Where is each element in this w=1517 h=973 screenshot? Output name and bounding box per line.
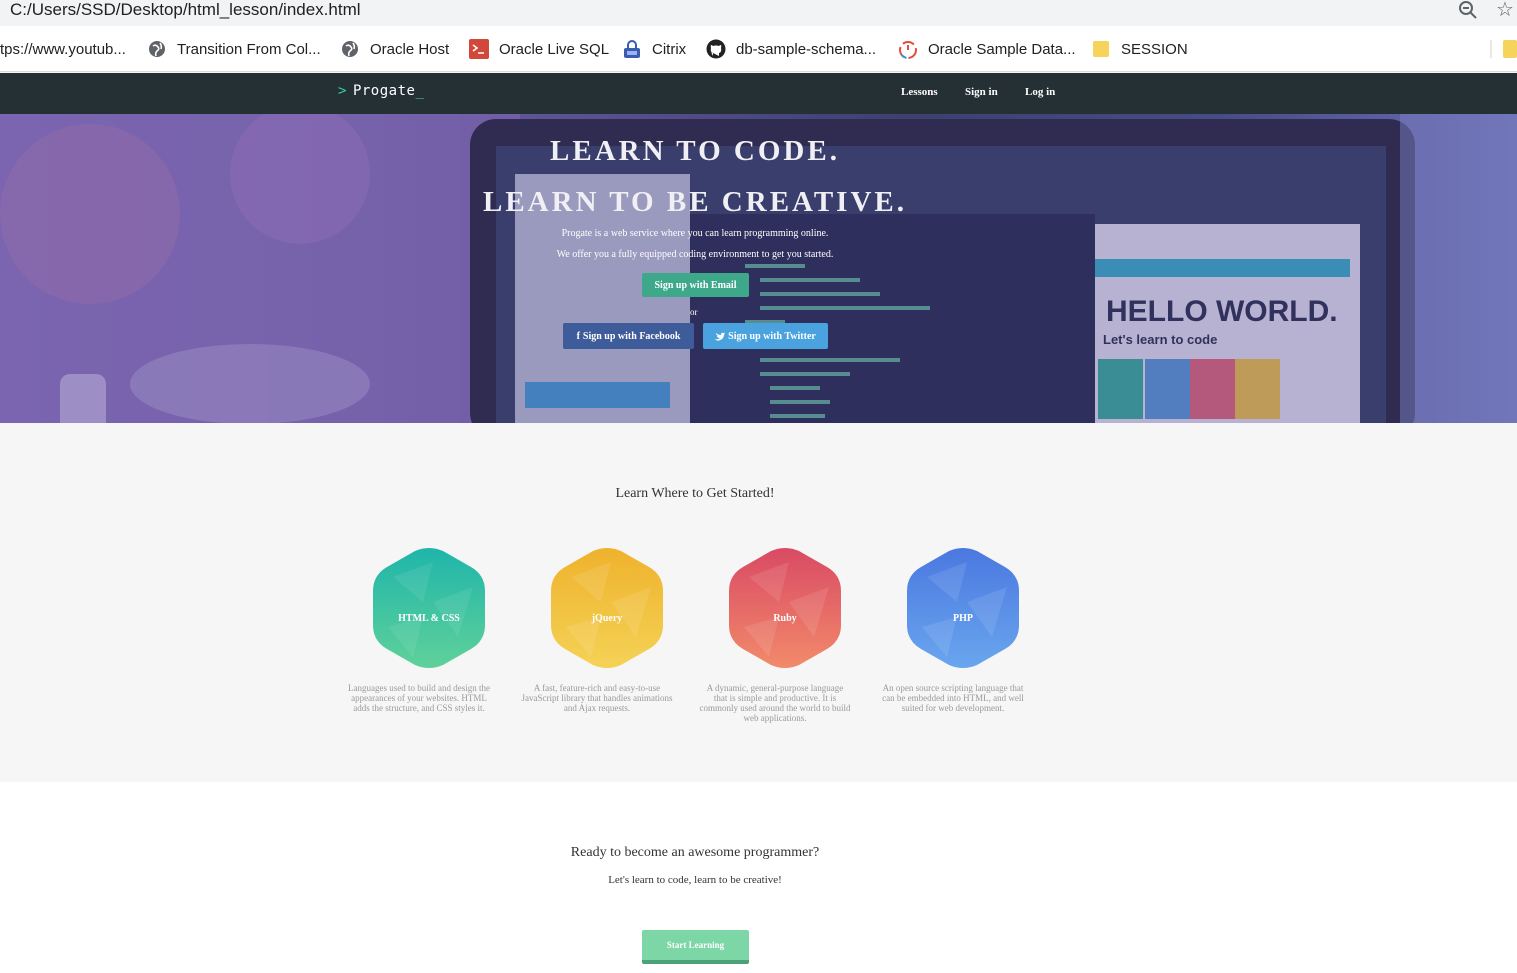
cta-subtitle: Let's learn to code, learn to be creativ… <box>608 874 782 886</box>
signup-twitter-button[interactable]: Sign up with Twitter <box>703 323 828 349</box>
bookmark-label: SESSION <box>1121 40 1188 58</box>
lessons-section: Learn Where to Get Started! HTML & CSS L… <box>0 423 1517 782</box>
bookmark-label: Oracle Host <box>370 40 450 58</box>
address-text[interactable]: C:/Users/SSD/Desktop/html_lesson/index.h… <box>10 0 361 20</box>
jquery-hexagon[interactable] <box>551 547 663 669</box>
bookmark-item[interactable]: Transition From Col... <box>147 38 321 60</box>
bookmark-label: Oracle Sample Data... <box>928 40 1076 58</box>
nav-signin-link[interactable]: Sign in <box>965 86 998 98</box>
bookmark-item[interactable]: SESSION <box>1091 38 1188 60</box>
lesson-description: Languages used to build and design the a… <box>348 683 490 713</box>
php-hexagon[interactable] <box>907 547 1019 669</box>
hero-title-line2: LEARN TO BE CREATIVE. <box>483 186 907 218</box>
or-separator: or <box>690 307 698 317</box>
timer-icon <box>898 39 918 59</box>
lesson-name: jQuery <box>591 613 623 624</box>
bookmark-item[interactable]: Oracle Live SQL <box>469 38 609 60</box>
signup-facebook-button[interactable]: f Sign up with Facebook <box>563 323 694 349</box>
nav-lessons-link[interactable]: Lessons <box>901 86 938 98</box>
bookmark-item[interactable]: Oracle Host <box>340 38 449 60</box>
address-bar[interactable]: C:/Users/SSD/Desktop/html_lesson/index.h… <box>0 0 1517 26</box>
ruby-hexagon[interactable] <box>729 547 841 669</box>
hero-description-line2: We offer you a fully equipped coding env… <box>556 249 834 260</box>
lessons-section-title: Learn Where to Get Started! <box>615 486 775 501</box>
bookmark-star-icon[interactable]: ☆ <box>1496 0 1516 20</box>
hero-description-line1: Progate is a web service where you can l… <box>561 228 829 239</box>
lesson-description: A fast, feature-rich and easy-to-use Jav… <box>521 683 673 713</box>
bookmark-item[interactable]: db-sample-schema... <box>706 38 876 60</box>
bookmark-label: Oracle Live SQL <box>499 40 610 58</box>
folder-icon <box>1091 39 1111 59</box>
lesson-name: Ruby <box>773 613 797 624</box>
signup-email-button[interactable]: Sign up with Email <box>642 273 749 297</box>
bookmark-item[interactable]: Citrix <box>622 38 686 60</box>
signup-twitter-label: Sign up with Twitter <box>728 330 816 342</box>
twitter-icon <box>715 332 726 341</box>
lesson-name: HTML & CSS <box>398 613 460 624</box>
lesson-description: A dynamic, general-purpose language that… <box>699 683 851 723</box>
lock-icon <box>622 39 642 59</box>
github-icon <box>706 39 726 59</box>
bookmark-label: Transition From Col... <box>177 40 321 58</box>
globe-icon <box>147 39 167 59</box>
folder-icon[interactable] <box>1490 38 1517 60</box>
nav-login-link[interactable]: Log in <box>1025 86 1055 98</box>
facebook-icon: f <box>576 330 580 342</box>
zoom-out-icon[interactable] <box>1458 0 1478 20</box>
site-logo[interactable]: > Progate_ <box>338 83 424 99</box>
site-navbar: > Progate_ Lessons Sign in Log in <box>0 73 1517 114</box>
bookmark-label: tps://www.youtub... <box>0 40 126 58</box>
lesson-description: An open source scripting language that c… <box>882 683 1024 713</box>
bookmark-item[interactable]: tps://www.youtub... <box>0 38 126 60</box>
html-css-hexagon[interactable] <box>373 547 485 669</box>
cta-title: Ready to become an awesome programmer? <box>570 845 820 860</box>
logo-text: Progate <box>352 83 416 99</box>
hero-section: HELLO WORLD. Let's learn to code LEARN T… <box>0 114 1517 423</box>
cta-section: Ready to become an awesome programmer? L… <box>0 782 1517 973</box>
hero-title-line1: LEARN TO CODE. <box>550 135 840 167</box>
bookmark-label: Citrix <box>652 40 687 58</box>
lesson-name: PHP <box>953 613 973 624</box>
terminal-icon <box>469 39 489 59</box>
bookmark-item[interactable]: Oracle Sample Data... <box>898 38 1076 60</box>
globe-icon <box>340 39 360 59</box>
bookmarks-bar: tps://www.youtub... Transition From Col.… <box>0 26 1517 72</box>
start-learning-button[interactable]: Start Learning <box>642 930 749 964</box>
signup-facebook-label: Sign up with Facebook <box>582 330 681 342</box>
bookmark-label: db-sample-schema... <box>736 40 877 58</box>
